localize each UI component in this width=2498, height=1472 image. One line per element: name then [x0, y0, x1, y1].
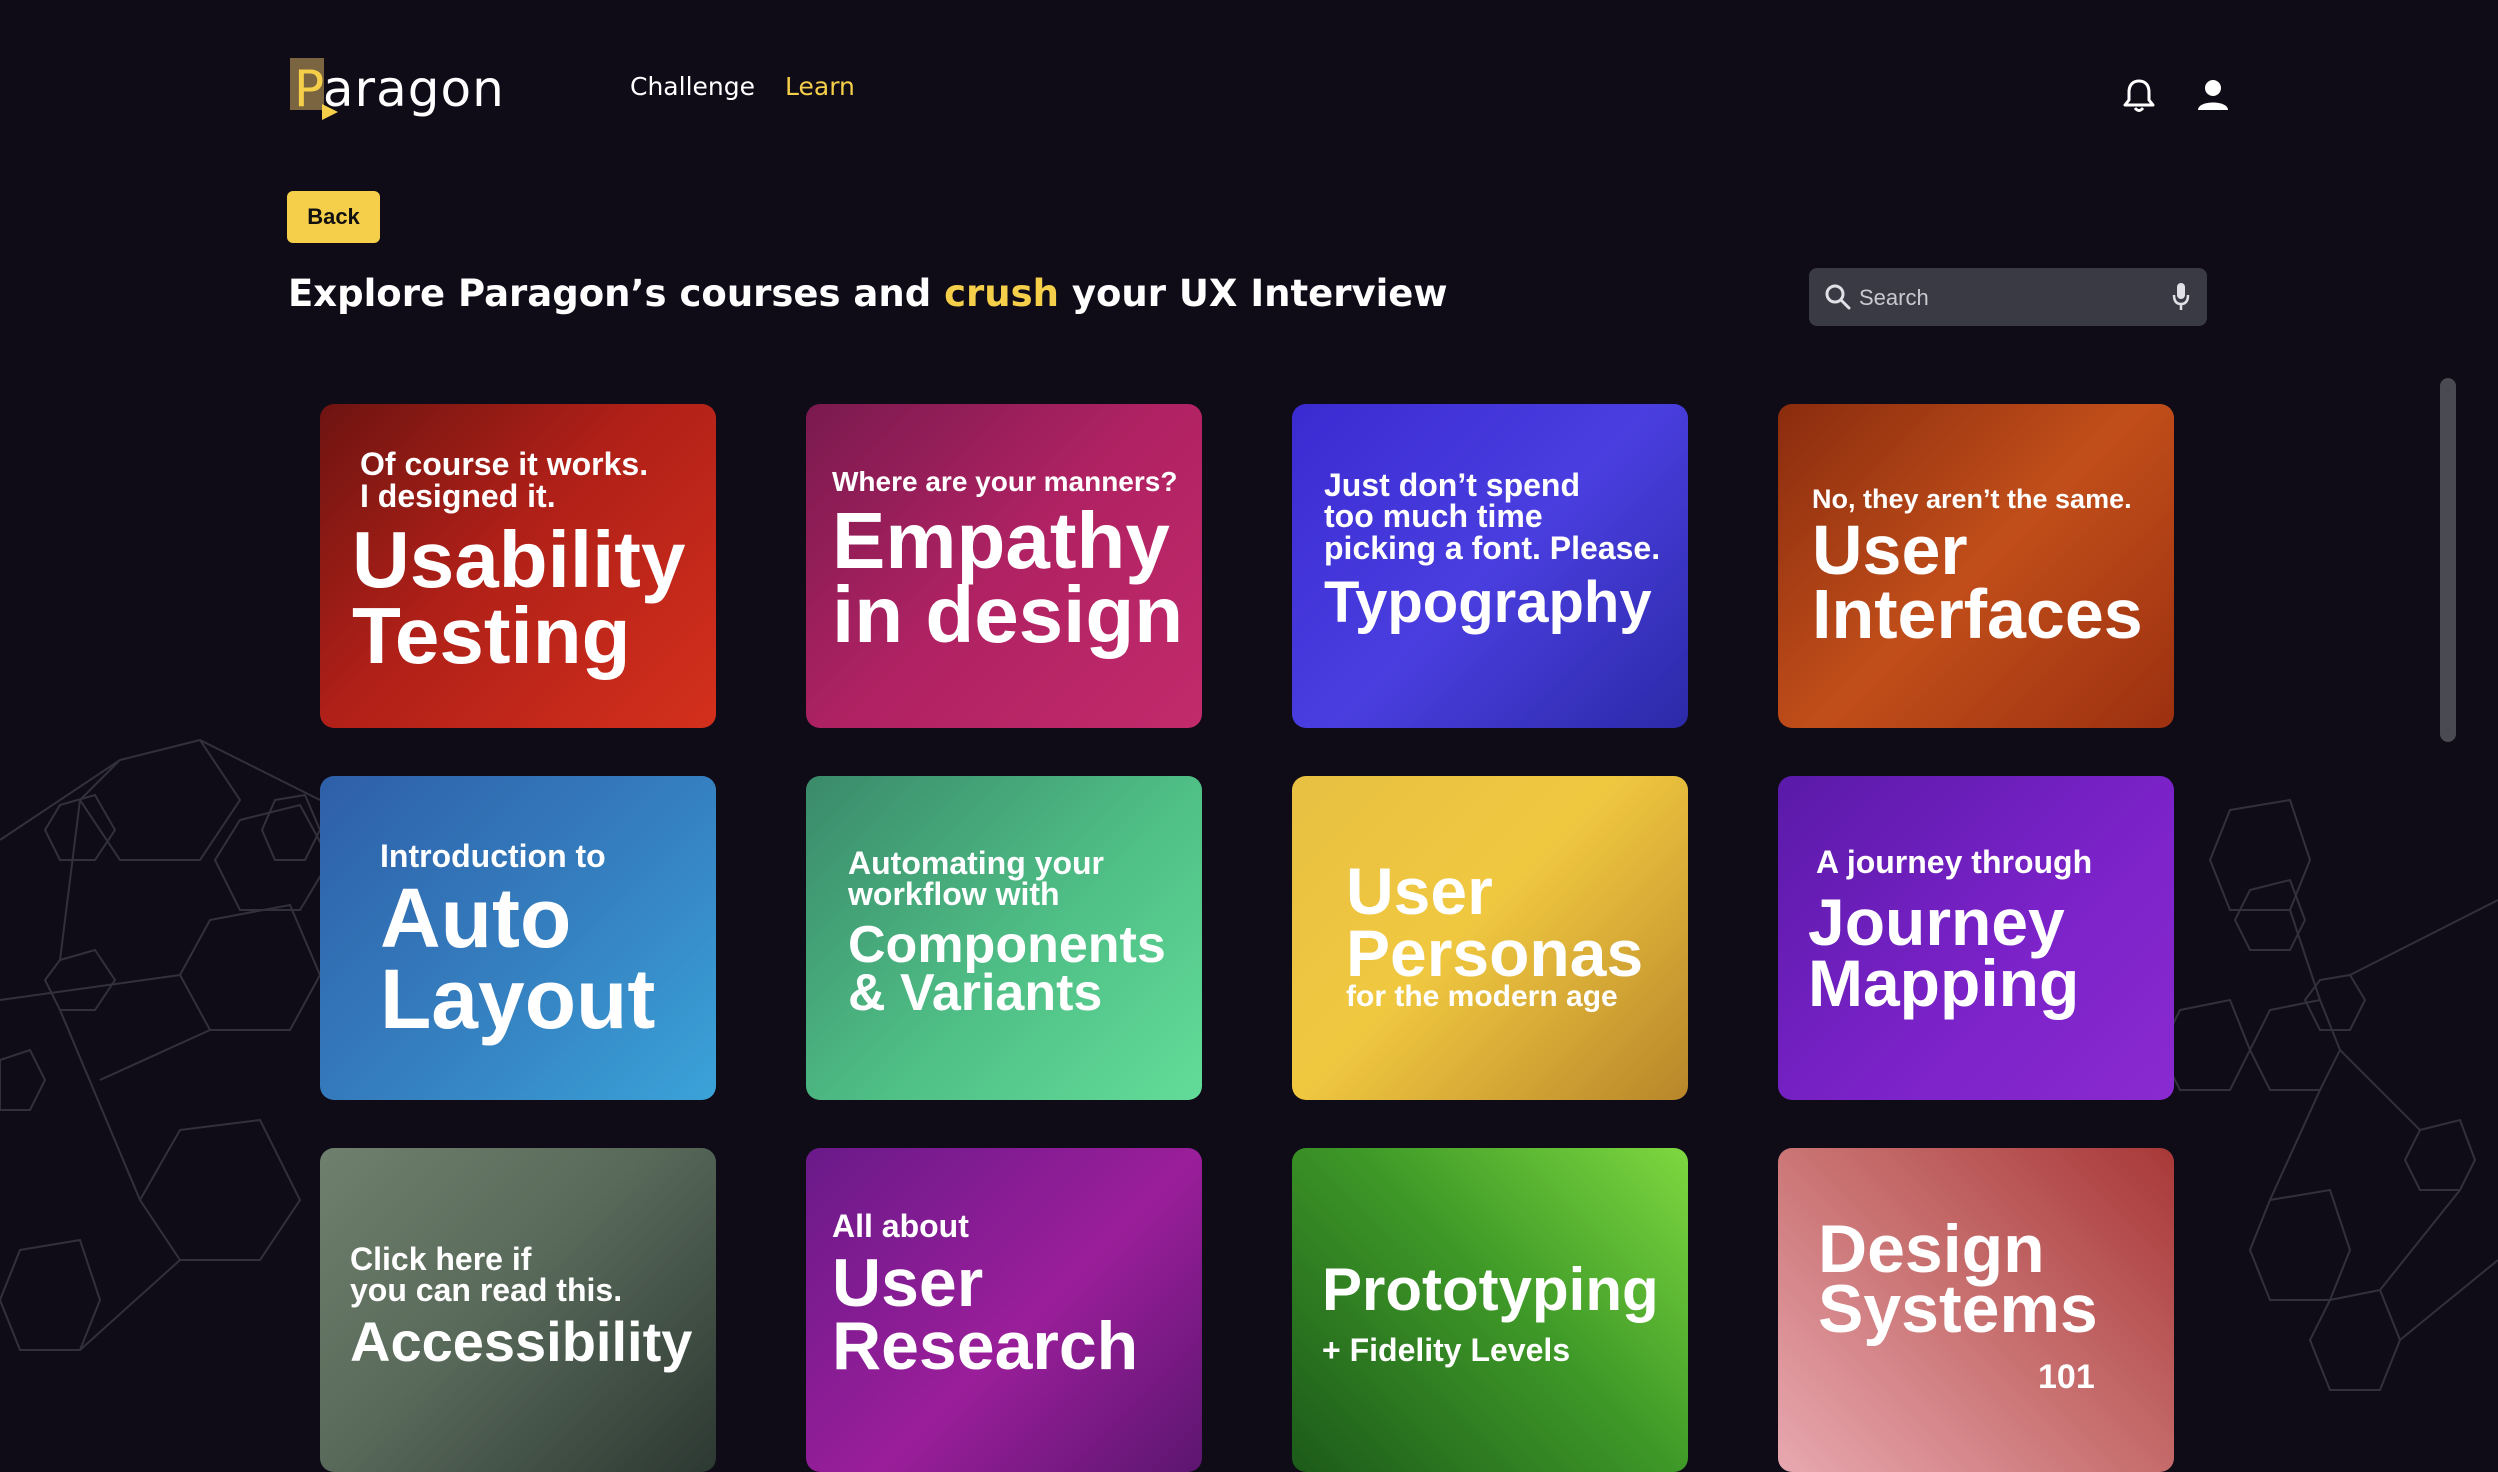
course-subtitle: Of course it works. I designed it.	[360, 446, 649, 514]
course-tagline: + Fidelity Levels	[1322, 1332, 1571, 1368]
headline-before: Explore Paragon’s courses and	[288, 272, 945, 315]
course-title: Design Systems	[1818, 1211, 2098, 1347]
nav-learn[interactable]: Learn	[785, 72, 855, 101]
course-title: Typography	[1324, 570, 1652, 635]
course-subtitle: No, they aren’t the same.	[1812, 484, 2132, 514]
course-subtitle: A journey through	[1816, 844, 2093, 880]
course-title: Components & Variants	[848, 916, 1166, 1022]
course-title: Usability Testing	[352, 515, 686, 680]
course-tagline: 101	[2038, 1358, 2095, 1396]
search-bar[interactable]	[1809, 268, 2207, 326]
back-button[interactable]: Back	[287, 191, 380, 243]
user-icon[interactable]	[2196, 78, 2230, 116]
course-card-components-variants[interactable]: Automating your workflow with Components…	[806, 776, 1202, 1100]
course-card-design-systems[interactable]: Design Systems 101	[1778, 1148, 2174, 1472]
course-title: User Research	[832, 1245, 1139, 1384]
course-title: Accessibility	[350, 1310, 693, 1373]
course-tagline: for the modern age	[1346, 980, 1618, 1013]
course-card-typography[interactable]: Just don’t spend too much time picking a…	[1292, 404, 1688, 728]
course-card-empathy[interactable]: Where are your manners? Empathy in desig…	[806, 404, 1202, 728]
mic-icon[interactable]	[2171, 282, 2191, 312]
page-title: Explore Paragon’s courses and crush your…	[288, 272, 1448, 315]
course-title: Empathy in design	[832, 496, 1184, 659]
course-title: Prototyping	[1322, 1256, 1659, 1323]
course-title: User Interfaces	[1812, 511, 2143, 654]
course-card-user-personas[interactable]: User Personas for the modern age	[1292, 776, 1688, 1100]
course-title: User Personas	[1346, 854, 1644, 991]
course-card-user-interfaces[interactable]: No, they aren’t the same. User Interface…	[1778, 404, 2174, 728]
course-card-user-research[interactable]: All about User Research	[806, 1148, 1202, 1472]
course-card-auto-layout[interactable]: Introduction to Auto Layout	[320, 776, 716, 1100]
search-input[interactable]	[1857, 278, 2161, 318]
course-subtitle: Just don’t spend too much time picking a…	[1324, 467, 1661, 566]
course-title: Journey Mapping	[1808, 885, 2080, 1020]
course-subtitle: Where are your manners?	[832, 466, 1178, 497]
scrollbar-thumb[interactable]	[2440, 378, 2456, 742]
course-card-prototyping[interactable]: Prototyping + Fidelity Levels	[1292, 1148, 1688, 1472]
course-card-journey-mapping[interactable]: A journey through Journey Mapping	[1778, 776, 2174, 1100]
course-subtitle: Introduction to	[380, 838, 606, 874]
course-card-usability-testing[interactable]: Of course it works. I designed it. Usabi…	[320, 404, 716, 728]
course-card-accessibility[interactable]: Click here if you can read this. Accessi…	[320, 1148, 716, 1472]
search-icon	[1825, 284, 1851, 310]
cursor-icon	[322, 104, 338, 120]
course-subtitle: Click here if you can read this.	[350, 1241, 623, 1309]
nav-challenge[interactable]: Challenge	[630, 72, 755, 101]
bell-icon[interactable]	[2122, 78, 2156, 118]
headline-after: your UX Interview	[1059, 272, 1448, 315]
headline-highlight: crush	[944, 272, 1059, 315]
course-title: Auto Layout	[380, 871, 656, 1046]
course-subtitle: All about	[832, 1208, 969, 1244]
course-subtitle: Automating your workflow with	[848, 845, 1104, 913]
